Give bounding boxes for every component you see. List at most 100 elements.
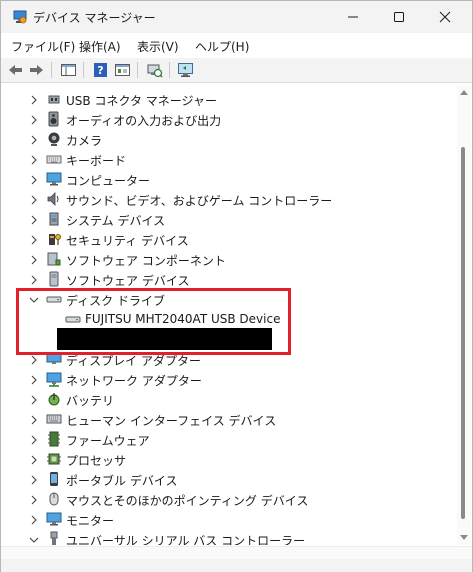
chevron-right-icon[interactable]: [29, 114, 39, 125]
chevron-right-icon[interactable]: [29, 234, 39, 245]
highlight-box: [16, 288, 291, 355]
tree-item-keyboard[interactable]: キーボード: [2, 149, 457, 169]
toolbar-separator: [137, 62, 138, 78]
tree-item-label: ソフトウェア デバイス: [66, 274, 190, 288]
toolbar-separator: [83, 62, 84, 78]
tree-item-system-devices[interactable]: システム デバイス: [2, 209, 457, 229]
chevron-right-icon[interactable]: [29, 174, 39, 185]
maximize-icon: [394, 12, 404, 22]
tree-item-sound-video-game[interactable]: サウンド、ビデオ、およびゲーム コントローラー: [2, 189, 457, 209]
title-bar[interactable]: デバイス マネージャー: [1, 1, 472, 33]
usb-controller-icon: [46, 531, 62, 545]
tree-item-computer[interactable]: コンピューター: [2, 169, 457, 189]
chevron-right-icon[interactable]: [29, 254, 39, 265]
software-device-icon: [46, 271, 62, 287]
menu-bar: ファイル(F) 操作(A) 表示(V) ヘルプ(H): [1, 33, 472, 58]
tree-item-security-devices[interactable]: セキュリティ デバイス: [2, 229, 457, 249]
back-button[interactable]: [6, 61, 25, 79]
menu-action[interactable]: 操作(A): [79, 38, 121, 55]
monitor-refresh-icon: [178, 63, 193, 77]
battery-icon: [46, 391, 62, 407]
computer-icon: [46, 171, 62, 187]
chevron-right-icon[interactable]: [29, 214, 39, 225]
svg-text:?: ?: [97, 64, 103, 77]
tree-item-usb-controllers[interactable]: ユニバーサル シリアル バス コントローラー: [2, 529, 457, 545]
forward-arrow-icon: [30, 65, 43, 75]
scan-hardware-icon: [147, 64, 163, 78]
chevron-down-icon[interactable]: [29, 534, 39, 544]
chevron-right-icon[interactable]: [29, 494, 39, 505]
tree-item-camera[interactable]: カメラ: [2, 129, 457, 149]
status-bar: [1, 559, 472, 572]
tree-item-monitors[interactable]: モニター: [2, 509, 457, 529]
minimize-button[interactable]: [330, 1, 376, 33]
properties-icon: [115, 64, 130, 76]
chevron-right-icon[interactable]: [29, 274, 39, 285]
help-button[interactable]: ?: [91, 61, 110, 79]
tree-item-audio-io[interactable]: オーディオの入力および出力: [2, 109, 457, 129]
tree-item-software-components[interactable]: ソフトウェア コンポーネント: [2, 249, 457, 269]
maximize-button[interactable]: [376, 1, 422, 33]
tree-item-usb-connector-manager[interactable]: USB コネクタ マネージャー: [2, 89, 457, 109]
scroll-up-icon[interactable]: [460, 89, 468, 95]
tree-item-label: ソフトウェア コンポーネント: [66, 254, 226, 268]
chevron-right-icon[interactable]: [29, 154, 39, 165]
scan-hardware-button[interactable]: [145, 61, 164, 79]
chevron-right-icon[interactable]: [29, 354, 39, 365]
tree-item-hid[interactable]: ヒューマン インターフェイス デバイス: [2, 409, 457, 429]
chevron-right-icon[interactable]: [29, 194, 39, 205]
tree-item-label: コンピューター: [66, 174, 151, 188]
menu-view[interactable]: 表示(V): [137, 38, 179, 55]
tree-item-label: マウスとそのほかのポインティング デバイス: [66, 494, 309, 508]
network-adapter-icon: [46, 371, 62, 387]
chevron-right-icon[interactable]: [29, 454, 39, 465]
tree-item-software-devices[interactable]: ソフトウェア デバイス: [2, 269, 457, 289]
toolbar-separator: [51, 62, 52, 78]
tree-item-firmware[interactable]: ファームウェア: [2, 429, 457, 449]
chevron-right-icon[interactable]: [29, 434, 39, 445]
tree-item-label: プロセッサ: [66, 454, 127, 468]
usb-connector-icon: [46, 91, 62, 107]
software-component-icon: [46, 251, 62, 267]
scrollbar-thumb[interactable]: [461, 147, 465, 519]
device-manager-icon: [13, 10, 27, 24]
mouse-icon: [46, 491, 62, 507]
chevron-right-icon[interactable]: [29, 134, 39, 145]
processor-icon: [46, 451, 62, 467]
chevron-right-icon[interactable]: [29, 394, 39, 405]
chevron-right-icon[interactable]: [29, 414, 39, 425]
chevron-right-icon[interactable]: [29, 94, 39, 105]
device-monitor-button[interactable]: [176, 61, 195, 79]
show-hide-tree-button[interactable]: [59, 61, 78, 79]
tree-item-network-adapters[interactable]: ネットワーク アダプター: [2, 369, 457, 389]
chevron-right-icon[interactable]: [29, 374, 39, 385]
tree-item-mice[interactable]: マウスとそのほかのポインティング デバイス: [2, 489, 457, 509]
tree-item-battery[interactable]: バッテリ: [2, 389, 457, 409]
hid-icon: [46, 411, 62, 427]
back-arrow-icon: [9, 65, 22, 75]
tree-item-label: ポータブル デバイス: [66, 474, 178, 488]
vertical-scrollbar[interactable]: [457, 85, 471, 545]
tree-item-label: ヒューマン インターフェイス デバイス: [66, 414, 277, 428]
keyboard-icon: [46, 151, 62, 167]
tree-item-label: ファームウェア: [66, 434, 150, 448]
minimize-icon: [348, 16, 358, 18]
chevron-right-icon[interactable]: [29, 474, 39, 485]
device-manager-window: デバイス マネージャー ファイル(F) 操作(A) 表示(V) ヘルプ(H) ?: [0, 0, 473, 572]
tree-item-processors[interactable]: プロセッサ: [2, 449, 457, 469]
scroll-down-icon[interactable]: [460, 535, 468, 541]
properties-button[interactable]: [113, 61, 132, 79]
tree-pane-icon: [61, 64, 76, 76]
tree-item-label: USB コネクタ マネージャー: [66, 94, 217, 108]
chevron-right-icon[interactable]: [29, 514, 39, 525]
horizontal-scrollbar[interactable]: [1, 546, 472, 559]
tree-item-label: ユニバーサル シリアル バス コントローラー: [66, 534, 306, 545]
camera-icon: [46, 131, 62, 147]
forward-button[interactable]: [27, 61, 46, 79]
system-device-icon: [46, 211, 62, 227]
menu-help[interactable]: ヘルプ(H): [195, 38, 249, 55]
menu-file[interactable]: ファイル(F): [11, 38, 75, 55]
tree-item-portable-devices[interactable]: ポータブル デバイス: [2, 469, 457, 489]
device-tree[interactable]: USB コネクタ マネージャー オーディオの入力および出力 カメラ キーボード …: [2, 85, 457, 545]
close-button[interactable]: [422, 1, 468, 33]
